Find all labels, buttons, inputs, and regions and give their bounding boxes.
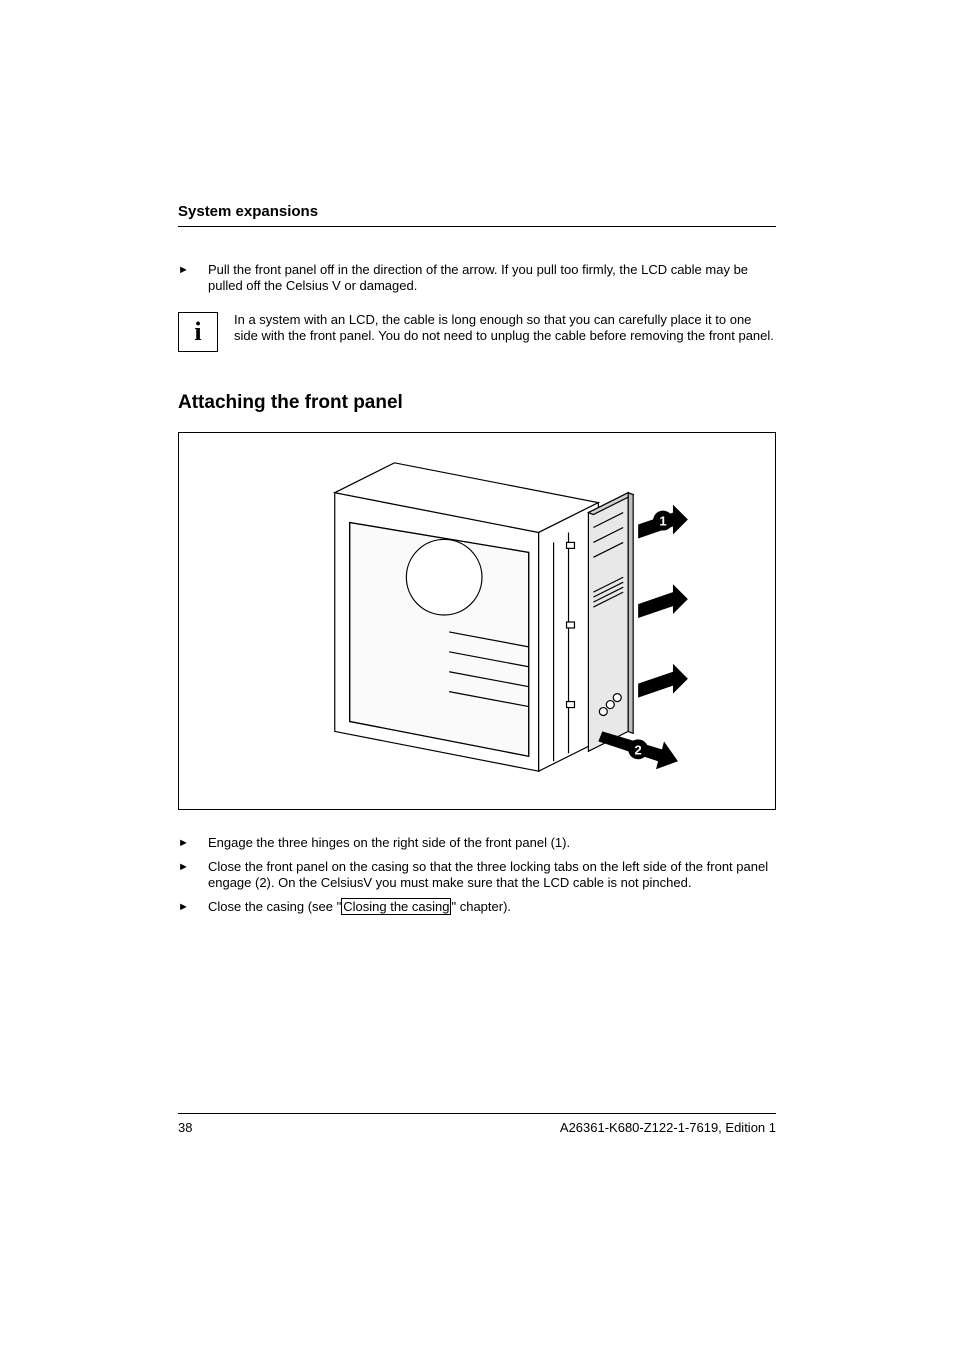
bullet-triangle-icon: ►: [178, 859, 208, 891]
bullet-triangle-icon: ►: [178, 835, 208, 851]
step-prefix: Close the casing (see ": [208, 899, 341, 914]
intro-step-text: Pull the front panel off in the directio…: [208, 262, 776, 294]
figure-attach-front-panel: 1 2: [178, 432, 776, 810]
callout-2: 2: [635, 742, 642, 757]
info-note: i In a system with an LCD, the cable is …: [178, 312, 776, 352]
callout-1: 1: [659, 514, 666, 529]
page-footer: 38 A26361-K680-Z122-1-7619, Edition 1: [178, 1113, 776, 1135]
info-note-text: In a system with an LCD, the cable is lo…: [234, 312, 776, 344]
step-text: Close the casing (see "Closing the casin…: [208, 899, 776, 915]
bullet-triangle-icon: ►: [178, 899, 208, 915]
bullet-triangle-icon: ►: [178, 262, 208, 294]
step-row: ► Close the front panel on the casing so…: [178, 859, 776, 891]
computer-case-diagram: 1 2: [179, 433, 775, 809]
step-suffix: " chapter).: [451, 899, 511, 914]
step-text: Close the front panel on the casing so t…: [208, 859, 776, 891]
page-number: 38: [178, 1120, 192, 1135]
cross-ref-link[interactable]: Closing the casing: [341, 898, 451, 915]
steps-list: ► Engage the three hinges on the right s…: [178, 835, 776, 915]
step-text: Engage the three hinges on the right sid…: [208, 835, 776, 851]
step-row: ► Close the casing (see "Closing the cas…: [178, 899, 776, 915]
step-row: ► Engage the three hinges on the right s…: [178, 835, 776, 851]
doc-id: A26361-K680-Z122-1-7619, Edition 1: [560, 1120, 776, 1135]
info-icon: i: [178, 312, 218, 352]
intro-step: ► Pull the front panel off in the direct…: [178, 262, 776, 294]
page-header: System expansions: [178, 203, 776, 227]
section-heading: Attaching the front panel: [178, 392, 776, 414]
header-title: System expansions: [178, 203, 318, 220]
